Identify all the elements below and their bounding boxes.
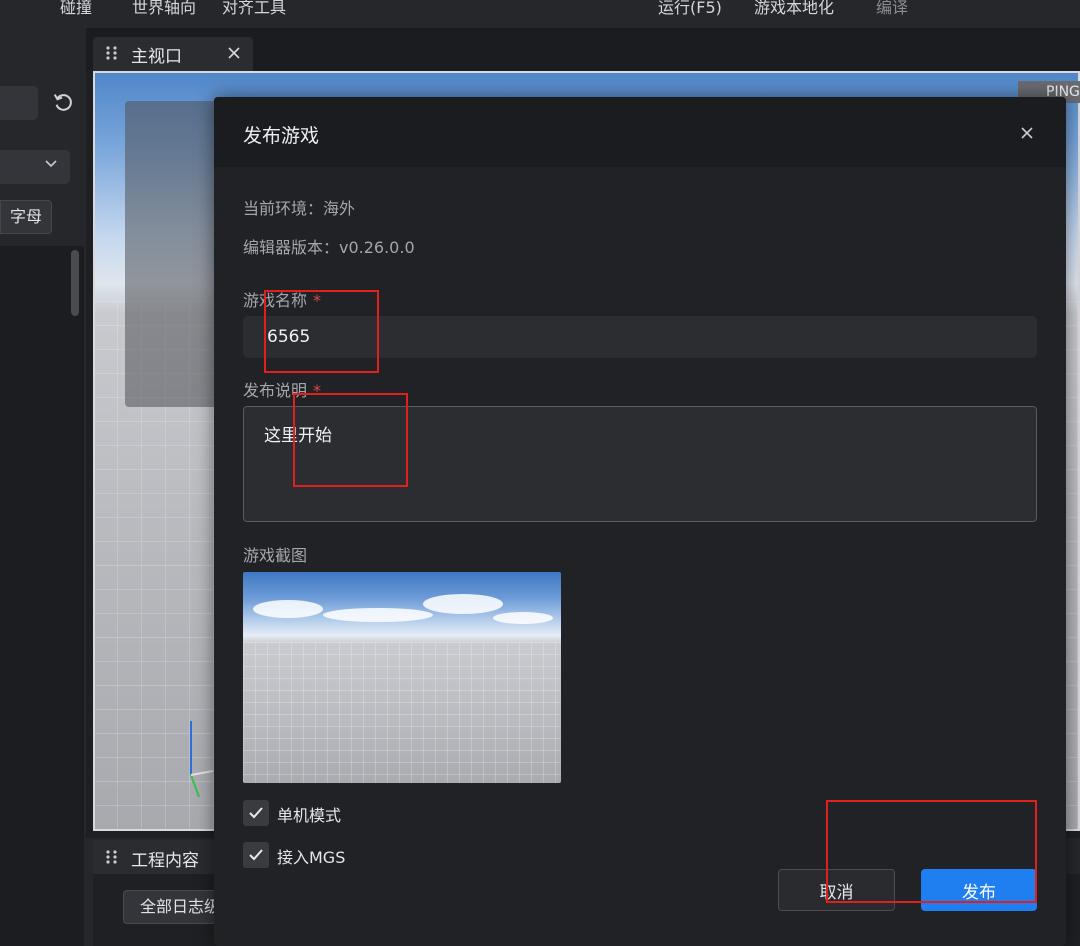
- menu-item-run[interactable]: 运行(F5): [658, 0, 722, 18]
- left-scrollbar[interactable]: [71, 250, 79, 316]
- cancel-button[interactable]: 取消: [778, 869, 895, 911]
- game-name-input[interactable]: [243, 316, 1037, 358]
- check-icon: [249, 807, 263, 819]
- chevron-down-icon: [45, 160, 57, 168]
- menu-item-compile[interactable]: 编译: [876, 0, 908, 18]
- grip-icon[interactable]: [105, 45, 119, 61]
- required-mark: *: [313, 291, 322, 310]
- viewport-overlay-panel: [125, 101, 225, 407]
- release-notes-input[interactable]: 这里开始: [243, 406, 1037, 522]
- release-notes-label: 发布说明 *: [243, 381, 322, 400]
- axis-gizmo-icon: [190, 721, 214, 798]
- current-environment: 当前环境：海外: [243, 199, 356, 218]
- project-tab-title: 工程内容: [131, 851, 199, 871]
- game-screenshot[interactable]: [243, 572, 561, 783]
- refresh-icon[interactable]: [52, 90, 74, 114]
- tab-main-viewport[interactable]: 主视口: [93, 37, 253, 71]
- left-panel: 字母: [0, 28, 86, 946]
- viewport-tab-title: 主视口: [131, 47, 182, 67]
- log-level-button[interactable]: 全部日志级: [123, 890, 223, 924]
- mgs-checkbox[interactable]: [243, 842, 269, 868]
- mgs-label: 接入MGS: [277, 848, 346, 867]
- close-icon[interactable]: [1020, 126, 1034, 140]
- game-name-label: 游戏名称 *: [243, 291, 322, 310]
- single-player-checkbox[interactable]: [243, 800, 269, 826]
- left-search-input[interactable]: [0, 86, 38, 120]
- menu-bar: 碰撞 世界轴向 对齐工具 运行(F5) 游戏本地化 编译: [0, 0, 1080, 28]
- dialog-header: 发布游戏: [214, 97, 1066, 167]
- single-player-label: 单机模式: [277, 806, 342, 825]
- publish-game-dialog: 发布游戏 当前环境：海外 编辑器版本：v0.26.0.0 游戏名称* 发布说明*…: [214, 97, 1066, 946]
- menu-item-align-tool[interactable]: 对齐工具: [222, 0, 286, 18]
- check-icon: [249, 849, 263, 861]
- menu-item-world-axis[interactable]: 世界轴向: [132, 0, 196, 18]
- screenshot-label: 游戏截图: [243, 546, 308, 565]
- dialog-title: 发布游戏: [243, 125, 320, 147]
- menu-item-collision[interactable]: 碰撞: [60, 0, 92, 18]
- left-asset-list: [0, 246, 84, 946]
- publish-button[interactable]: 发布: [921, 869, 1037, 911]
- required-mark: *: [313, 381, 322, 400]
- close-icon[interactable]: [227, 46, 241, 60]
- menu-item-localization[interactable]: 游戏本地化: [754, 0, 834, 18]
- letter-sort-button[interactable]: 字母: [0, 200, 52, 234]
- editor-version: 编辑器版本：v0.26.0.0: [243, 238, 415, 257]
- tab-project-content[interactable]: 工程内容: [93, 840, 218, 874]
- left-filter-select[interactable]: [0, 150, 70, 184]
- grip-icon[interactable]: [105, 849, 119, 865]
